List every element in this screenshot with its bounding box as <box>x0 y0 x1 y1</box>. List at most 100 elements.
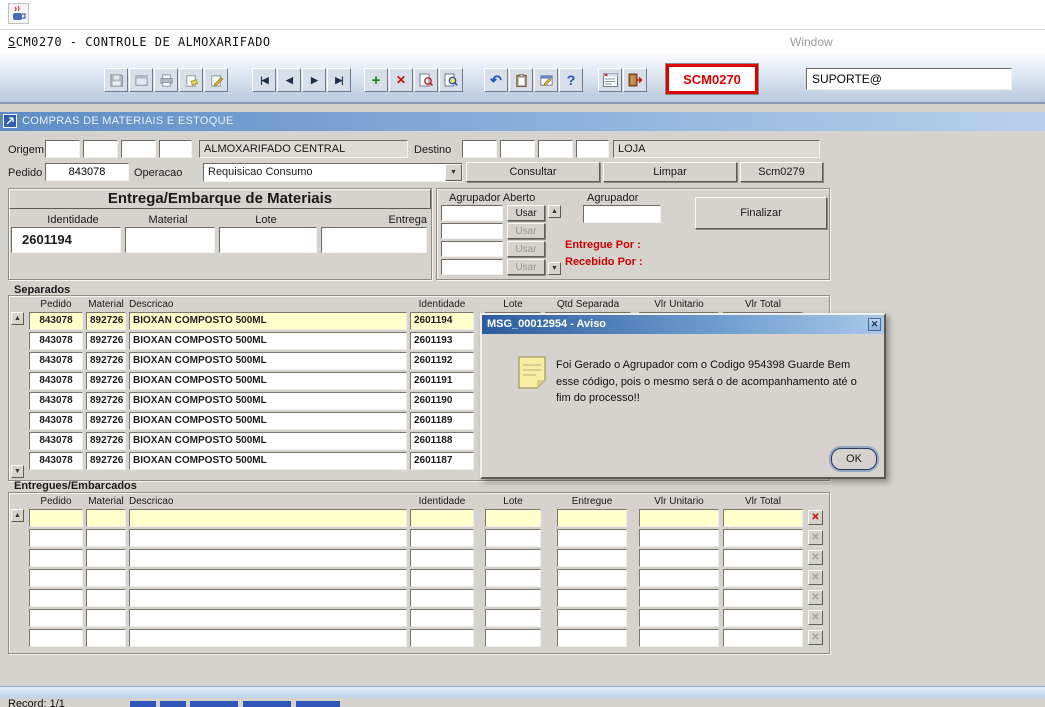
separados-cell-pedido[interactable]: 843078 <box>29 352 83 370</box>
entregues-cell-identidade[interactable] <box>410 569 474 587</box>
entregues-cell-material[interactable] <box>86 509 126 527</box>
entregues-cell-entregue[interactable] <box>557 569 627 587</box>
destino-code-field-1[interactable] <box>462 140 497 158</box>
mdi-titlebar[interactable]: COMPRAS DE MATERIAIS E ESTOQUE <box>0 112 1045 131</box>
entregues-cell-vlrt[interactable] <box>723 629 803 647</box>
separados-cell-pedido[interactable]: 843078 <box>29 312 83 330</box>
chevron-down-icon[interactable]: ▼ <box>445 164 462 181</box>
entregues-cell-vlru[interactable] <box>639 549 719 567</box>
close-icon[interactable]: ✕ <box>868 318 881 331</box>
entregues-cell-pedido[interactable] <box>29 509 83 527</box>
entregues-cell-vlru[interactable] <box>639 529 719 547</box>
origem-code-field-1[interactable] <box>45 140 80 158</box>
separados-cell-pedido[interactable]: 843078 <box>29 392 83 410</box>
usar-button-3[interactable]: Usar <box>507 241 545 257</box>
entregues-cell-pedido[interactable] <box>29 549 83 567</box>
finalizar-button[interactable]: Finalizar <box>695 197 827 229</box>
separados-cell-pedido[interactable]: 843078 <box>29 412 83 430</box>
entregues-cell-vlru[interactable] <box>639 629 719 647</box>
entregues-cell-identidade[interactable] <box>410 549 474 567</box>
last-record-icon[interactable]: ▶| <box>327 68 351 92</box>
entregues-cell-identidade[interactable] <box>410 629 474 647</box>
entregues-cell-material[interactable] <box>86 529 126 547</box>
delete-record-icon[interactable]: ✕ <box>389 68 413 92</box>
taskbar-tab[interactable] <box>160 701 186 707</box>
separados-cell-pedido[interactable]: 843078 <box>29 372 83 390</box>
taskbar-tab[interactable] <box>296 701 340 707</box>
delete-row-icon[interactable]: ✕ <box>808 630 823 645</box>
taskbar-tab[interactable] <box>243 701 291 707</box>
taskbar-tab[interactable] <box>130 701 156 707</box>
pedido-field[interactable] <box>45 163 129 181</box>
origem-code-field-3[interactable] <box>121 140 156 158</box>
separados-cell-identidade[interactable]: 2601187 <box>410 452 474 470</box>
agrupador-aberto-field-3[interactable] <box>441 241 503 257</box>
undo-icon[interactable]: ↶ <box>484 68 508 92</box>
entregues-cell-pedido[interactable] <box>29 569 83 587</box>
separados-cell-pedido[interactable]: 843078 <box>29 452 83 470</box>
delete-row-icon[interactable]: ✕ <box>808 590 823 605</box>
entregues-cell-descricao[interactable] <box>129 589 407 607</box>
entregues-cell-descricao[interactable] <box>129 609 407 627</box>
entregues-cell-vlrt[interactable] <box>723 609 803 627</box>
exit-icon[interactable] <box>623 68 647 92</box>
entregues-cell-entregue[interactable] <box>557 549 627 567</box>
dialog-titlebar[interactable]: MSG_00012954 - Aviso <box>482 315 884 334</box>
entregues-cell-entregue[interactable] <box>557 609 627 627</box>
separados-cell-descricao[interactable]: BIOXAN COMPOSTO 500ML <box>129 372 407 390</box>
destino-code-field-3[interactable] <box>538 140 573 158</box>
next-record-icon[interactable]: ▶ <box>302 68 326 92</box>
separados-cell-pedido[interactable]: 843078 <box>29 332 83 350</box>
usar-button-1[interactable]: Usar <box>507 205 545 221</box>
separados-cell-identidade[interactable]: 2601192 <box>410 352 474 370</box>
separados-cell-material[interactable]: 892726 <box>86 312 126 330</box>
entrega-identidade-field[interactable]: 2601194 <box>11 227 121 253</box>
entregues-cell-entregue[interactable] <box>557 509 627 527</box>
delete-row-icon[interactable]: ✕ <box>808 550 823 565</box>
origem-code-field-4[interactable] <box>159 140 192 158</box>
entregues-cell-entregue[interactable] <box>557 629 627 647</box>
entregues-cell-lote[interactable] <box>485 569 541 587</box>
entregues-cell-lote[interactable] <box>485 549 541 567</box>
entregues-cell-descricao[interactable] <box>129 509 407 527</box>
entregues-cell-lote[interactable] <box>485 589 541 607</box>
ok-button[interactable]: OK <box>831 448 877 470</box>
separados-cell-descricao[interactable]: BIOXAN COMPOSTO 500ML <box>129 452 407 470</box>
separados-cell-descricao[interactable]: BIOXAN COMPOSTO 500ML <box>129 412 407 430</box>
entregues-cell-pedido[interactable] <box>29 629 83 647</box>
entregues-cell-vlrt[interactable] <box>723 529 803 547</box>
separados-cell-descricao[interactable]: BIOXAN COMPOSTO 500ML <box>129 432 407 450</box>
delete-row-icon[interactable]: ✕ <box>808 570 823 585</box>
separados-cell-material[interactable]: 892726 <box>86 352 126 370</box>
destino-code-field-4[interactable] <box>576 140 609 158</box>
separados-cell-descricao[interactable]: BIOXAN COMPOSTO 500ML <box>129 392 407 410</box>
entregues-cell-material[interactable] <box>86 629 126 647</box>
entregues-cell-material[interactable] <box>86 569 126 587</box>
entregues-cell-descricao[interactable] <box>129 629 407 647</box>
entrega-material-field[interactable] <box>125 227 215 253</box>
separados-cell-material[interactable]: 892726 <box>86 412 126 430</box>
entregues-cell-entregue[interactable] <box>557 529 627 547</box>
entregues-cell-material[interactable] <box>86 609 126 627</box>
separados-cell-identidade[interactable]: 2601191 <box>410 372 474 390</box>
entregues-cell-vlru[interactable] <box>639 509 719 527</box>
entregues-cell-descricao[interactable] <box>129 569 407 587</box>
user-field[interactable] <box>806 68 1012 90</box>
operacao-select[interactable]: Requisicao Consumo ▼ <box>203 163 463 182</box>
help-icon[interactable]: ? <box>559 68 583 92</box>
consultar-button[interactable]: Consultar <box>466 162 600 182</box>
bottom-scroll-strip[interactable] <box>0 686 1045 698</box>
menu-item-window[interactable]: Window <box>790 35 833 49</box>
entregues-cell-vlrt[interactable] <box>723 509 803 527</box>
entregues-cell-pedido[interactable] <box>29 589 83 607</box>
separados-cell-material[interactable]: 892726 <box>86 432 126 450</box>
entregues-cell-descricao[interactable] <box>129 529 407 547</box>
entregues-cell-vlru[interactable] <box>639 609 719 627</box>
separados-cell-identidade[interactable]: 2601193 <box>410 332 474 350</box>
clipboard-icon[interactable] <box>509 68 533 92</box>
save-icon[interactable] <box>104 68 128 92</box>
usar-button-2[interactable]: Usar <box>507 223 545 239</box>
entregues-cell-vlrt[interactable] <box>723 549 803 567</box>
separados-cell-material[interactable]: 892726 <box>86 332 126 350</box>
entrega-lote-field[interactable] <box>219 227 317 253</box>
